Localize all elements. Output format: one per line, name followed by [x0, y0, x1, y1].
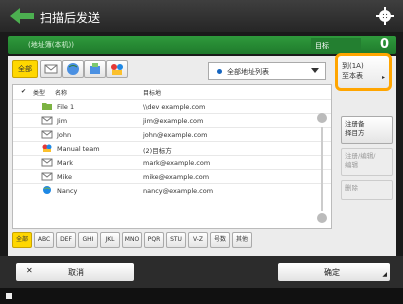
- folder-icon: [42, 103, 52, 110]
- index-tab-mno[interactable]: MNO: [122, 232, 142, 248]
- index-tab-stu[interactable]: STU: [166, 232, 186, 248]
- footer-bar: ✕ 取消 确定 ◢: [0, 256, 403, 288]
- filter-group-button[interactable]: [106, 60, 128, 78]
- header-type[interactable]: 类型: [33, 88, 45, 97]
- scroll-up-icon[interactable]: [317, 113, 327, 123]
- page-title: 扫描后发送: [40, 11, 101, 25]
- list-row[interactable]: Mike mike@example.com: [13, 169, 331, 182]
- filter-ifax-button[interactable]: [62, 60, 84, 78]
- details-button-line1: 注册备: [345, 120, 365, 128]
- email-icon: [41, 172, 53, 181]
- row-destination: (2)目标方: [143, 147, 172, 155]
- email-icon: [41, 130, 53, 139]
- list-row[interactable]: Nancy nancy@example.com: [13, 183, 331, 196]
- index-tab-ghi[interactable]: GHI: [78, 232, 98, 248]
- details-button[interactable]: 注册备 择目方: [341, 116, 393, 144]
- index-tab-pqr[interactable]: PQR: [144, 232, 164, 248]
- row-destination: mike@example.com: [143, 173, 210, 181]
- ok-label: 确定: [324, 268, 340, 277]
- edit-button-line1: 注册/编辑/: [345, 152, 376, 160]
- header-name[interactable]: 名称: [55, 88, 67, 97]
- row-name: Manual team: [57, 145, 100, 153]
- email-icon: [41, 116, 53, 125]
- destination-count: 0: [380, 37, 390, 52]
- delete-button-label: 删除: [345, 184, 358, 192]
- globe-icon: [67, 63, 79, 75]
- header-check[interactable]: ✔: [21, 88, 26, 95]
- address-book-select[interactable]: 全部地址列表: [208, 62, 326, 80]
- address-book-select-value: 全部地址列表: [227, 68, 269, 76]
- register-to-addressbook-button[interactable]: 到(1A) 至本表 ▸: [335, 53, 392, 91]
- list-row[interactable]: File 1 \\dev example.com: [13, 99, 331, 112]
- row-name: Nancy: [57, 187, 78, 195]
- email-icon: [44, 64, 58, 74]
- row-destination: jim@example.com: [143, 117, 204, 125]
- list-row[interactable]: John john@example.com: [13, 127, 331, 140]
- list-row[interactable]: Mark mark@example.com: [13, 155, 331, 168]
- row-destination: mark@example.com: [143, 159, 211, 167]
- index-tab-other[interactable]: 其他: [232, 232, 252, 248]
- row-name: Mark: [57, 159, 74, 167]
- row-name: File 1: [57, 103, 75, 111]
- group-icon: [42, 144, 52, 152]
- arrow-right-icon: ▸: [381, 74, 385, 81]
- header-destination[interactable]: 目标地: [143, 88, 161, 97]
- list-header: ✔ 类型 名称 目标地: [13, 85, 331, 99]
- stop-icon[interactable]: [6, 293, 12, 299]
- destination-count-label[interactable]: 目标: [311, 38, 361, 52]
- filter-fax-button[interactable]: [84, 60, 106, 78]
- cancel-button[interactable]: ✕ 取消: [16, 263, 134, 281]
- email-icon: [41, 158, 53, 167]
- filter-email-button[interactable]: [40, 60, 62, 78]
- row-destination: john@example.com: [143, 131, 208, 139]
- title-bar: 扫描后发送: [0, 0, 403, 32]
- row-destination: nancy@example.com: [143, 187, 214, 195]
- index-tab-jkl[interactable]: JKL: [100, 232, 120, 248]
- index-tab-def[interactable]: DEF: [56, 232, 76, 248]
- row-destination: \\dev example.com: [143, 103, 206, 111]
- list-row[interactable]: Jim jim@example.com: [13, 113, 331, 126]
- destination-bar: (地址簿(本机)) 目标 0: [8, 36, 396, 54]
- group-icon: [111, 64, 123, 75]
- edit-button[interactable]: 注册/编辑/ 编辑: [341, 148, 393, 176]
- details-button-line2: 择目方: [345, 129, 365, 137]
- address-list: ✔ 类型 名称 目标地 File 1 \\dev example.com Jim…: [12, 84, 332, 229]
- radio-dot-icon: [217, 69, 222, 74]
- back-arrow-icon[interactable]: [8, 7, 36, 25]
- edit-button-line2: 编辑: [345, 161, 358, 169]
- scroll-track[interactable]: [321, 127, 323, 211]
- ok-button[interactable]: 确定 ◢: [278, 263, 390, 281]
- close-icon: ✕: [26, 266, 33, 275]
- chevron-down-icon: [311, 68, 319, 73]
- address-panel: 全部 全部地址列表 到(1A) 至本表 ▸ ✔ 类型 名称 目标地 File 1…: [8, 53, 396, 256]
- row-name: Mike: [57, 173, 72, 181]
- row-name: John: [57, 131, 72, 139]
- address-book-label: (地址簿(本机)): [28, 41, 74, 49]
- fax-icon: [43, 186, 51, 194]
- corner-arrow-icon: ◢: [382, 271, 387, 278]
- index-tab-vz[interactable]: V-Z: [188, 232, 208, 248]
- filter-all-button[interactable]: 全部: [12, 60, 38, 78]
- register-button-line2: 至本表: [342, 72, 363, 80]
- index-tab-all[interactable]: 全部: [12, 232, 32, 248]
- list-scrollbar[interactable]: [317, 113, 327, 225]
- fax-icon: [90, 63, 100, 74]
- gear-icon[interactable]: [375, 6, 395, 26]
- index-tab-abc[interactable]: ABC: [34, 232, 54, 248]
- list-row[interactable]: Manual team (2)目标方: [13, 141, 331, 155]
- row-name: Jim: [57, 117, 68, 125]
- scroll-down-icon[interactable]: [317, 213, 327, 223]
- delete-button[interactable]: 删除: [341, 180, 393, 200]
- cancel-label: 取消: [68, 268, 84, 277]
- index-tab-numbers[interactable]: 号数: [210, 232, 230, 248]
- register-button-line1: 到(1A): [342, 62, 364, 70]
- status-bar: [0, 288, 403, 304]
